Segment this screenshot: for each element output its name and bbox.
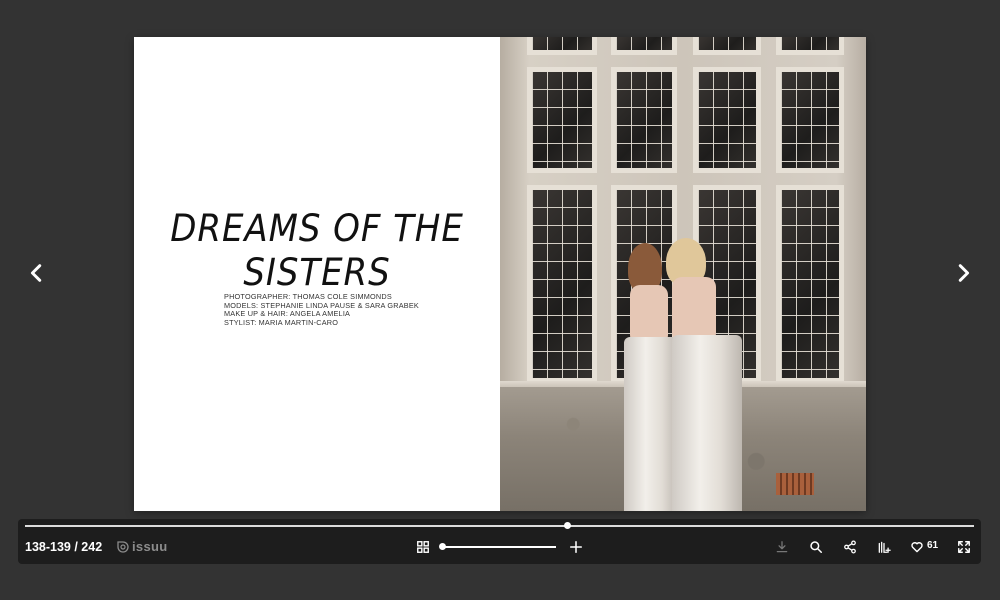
photo-figure-torso — [630, 285, 668, 345]
photo-window — [527, 185, 597, 383]
zoom-slider[interactable] — [441, 546, 556, 548]
credit-stylist: STYLIST: MARIA MARTIN-CARO — [224, 317, 339, 327]
like-count: 61 — [927, 540, 939, 551]
photo-window — [527, 37, 597, 55]
add-to-stack-button[interactable] — [875, 538, 893, 556]
issuu-logo[interactable]: issuu — [117, 539, 167, 554]
issuu-logo-icon — [117, 540, 129, 553]
chevron-right-icon — [958, 264, 970, 282]
photo-vent — [776, 473, 814, 495]
heart-icon — [911, 542, 923, 553]
grid-view-button[interactable] — [414, 538, 432, 556]
photo-figure-dress — [624, 337, 678, 511]
article-headline: DREAMS OF THE SISTERS — [149, 207, 486, 295]
photo-figure-dress — [672, 335, 742, 511]
photo-credits: PHOTOGRAPHER: THOMAS COLE SIMMONDS MODEL… — [224, 292, 419, 327]
left-page: DREAMS OF THE SISTERS PHOTOGRAPHER: THOM… — [134, 37, 500, 511]
reading-progress-handle[interactable] — [564, 522, 572, 529]
photo-window — [611, 67, 677, 173]
magazine-spread[interactable]: DREAMS OF THE SISTERS PHOTOGRAPHER: THOM… — [134, 37, 866, 511]
zoom-in-button[interactable] — [567, 538, 585, 556]
photo-window — [776, 185, 844, 383]
page-counter: 138-139 / 242 — [25, 540, 103, 554]
brand-name: issuu — [132, 539, 168, 554]
photo-window — [611, 37, 677, 55]
photo-window — [693, 37, 761, 55]
download-button[interactable] — [773, 538, 791, 556]
next-page-button[interactable] — [948, 258, 978, 288]
share-icon — [844, 540, 856, 554]
reading-progress-bar[interactable] — [25, 525, 974, 527]
headline-line-1: DREAMS OF THE — [170, 207, 464, 250]
like-button[interactable] — [908, 538, 926, 556]
zoom-slider-handle[interactable] — [439, 543, 446, 550]
photo-window — [776, 67, 844, 173]
right-page-photo — [500, 37, 866, 511]
reader-toolbar: 138-139 / 242 issuu 61 — [18, 519, 981, 564]
search-button[interactable] — [807, 538, 825, 556]
download-icon — [776, 541, 788, 553]
photo-window — [776, 37, 844, 55]
plus-icon — [569, 540, 583, 554]
photo-figure-torso — [672, 277, 716, 343]
photo-window — [527, 67, 597, 173]
previous-page-button[interactable] — [22, 258, 52, 288]
add-to-stack-icon — [878, 541, 891, 553]
grid-icon — [417, 541, 429, 553]
headline-line-2: SISTERS — [243, 251, 391, 294]
chevron-left-icon — [30, 264, 42, 282]
photo-window — [693, 67, 761, 173]
fullscreen-button[interactable] — [955, 538, 973, 556]
search-icon — [810, 541, 823, 554]
share-button[interactable] — [841, 538, 859, 556]
fullscreen-icon — [958, 541, 970, 553]
